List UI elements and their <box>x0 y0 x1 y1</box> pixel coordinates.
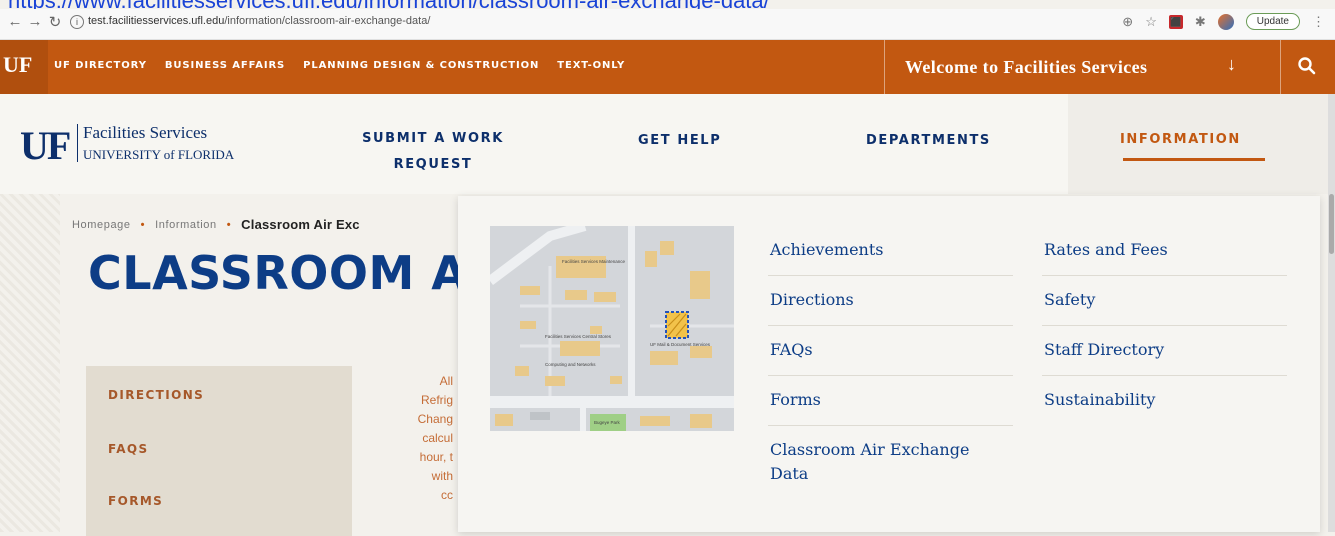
menu-dots-icon[interactable]: ⋮ <box>1312 14 1325 30</box>
breadcrumb-information[interactable]: Information <box>155 219 217 231</box>
divider <box>768 325 1013 326</box>
dropdown-link-staff-directory[interactable]: Staff Directory <box>1044 338 1164 362</box>
dropdown-link-faqs[interactable]: FAQs <box>770 338 813 362</box>
breadcrumb-home[interactable]: Homepage <box>72 219 131 231</box>
star-icon[interactable]: ☆ <box>1145 14 1157 30</box>
pdf-extension-icon[interactable]: ⬛ <box>1168 14 1183 29</box>
nav-submit-line2: REQUEST <box>393 157 473 172</box>
dropdown-link-forms[interactable]: Forms <box>770 388 821 412</box>
dropdown-link-sustainability[interactable]: Sustainability <box>1044 388 1155 412</box>
zoom-icon[interactable]: ⊕ <box>1122 14 1133 30</box>
sidebar-item-forms[interactable]: FORMS <box>108 494 163 508</box>
browser-actions: ⊕ ☆ ⬛ ✱ Update ⋮ <box>1122 13 1325 30</box>
main-navigation: UF Facilities Services UNIVERSITY of FLO… <box>0 94 1335 194</box>
campus-map-graphic: Facilities Services Maintenance Faciliti… <box>490 226 734 431</box>
arrow-down-icon: ↓ <box>1227 54 1236 74</box>
welcome-dropdown[interactable]: Welcome to Facilities Services ↓ <box>884 40 1280 94</box>
global-topbar: UF UF DIRECTORY BUSINESS AFFAIRS PLANNIN… <box>0 40 1335 94</box>
decorative-stripes <box>0 194 60 532</box>
body-text-line: All <box>439 374 453 388</box>
information-dropdown-menu: Facilities Services Maintenance Faciliti… <box>458 196 1320 532</box>
divider <box>1042 275 1287 276</box>
page-scrollbar[interactable] <box>1328 94 1335 532</box>
divider <box>1042 375 1287 376</box>
body-text-line: cc <box>441 488 453 502</box>
topbar-link-text-only[interactable]: TEXT-ONLY <box>557 60 625 71</box>
dropdown-link-safety[interactable]: Safety <box>1044 288 1095 312</box>
address-path: /information/classroom-air-exchange-data… <box>224 15 431 27</box>
sidebar-item-directions[interactable]: DIRECTIONS <box>108 388 204 402</box>
puzzle-extension-icon[interactable]: ✱ <box>1195 14 1206 30</box>
map-label: Facilities Services Maintenance <box>562 259 626 264</box>
body-text-line: with <box>431 469 453 483</box>
search-button[interactable] <box>1280 40 1335 94</box>
logo-subtitle: UNIVERSITY of FLORIDA <box>83 147 235 162</box>
divider <box>768 425 1013 426</box>
topbar-link-planning[interactable]: PLANNING DESIGN & CONSTRUCTION <box>303 60 539 71</box>
info-icon[interactable]: i <box>70 15 84 29</box>
divider <box>1042 325 1287 326</box>
sidebar-menu: DIRECTIONS FAQS FORMS <box>86 366 352 536</box>
body-text-line: calcul <box>422 431 453 445</box>
address-host: test.facilitiesservices.ufl.edu <box>88 15 225 27</box>
body-text: All Refrig Chang calcul hour, t with cc <box>393 372 453 505</box>
topbar-link-uf-directory[interactable]: UF DIRECTORY <box>54 60 147 71</box>
welcome-text: Welcome to Facilities Services <box>905 57 1148 77</box>
address-bar[interactable]: test.facilitiesservices.ufl.edu/informat… <box>88 15 430 27</box>
campus-map[interactable]: Facilities Services Maintenance Faciliti… <box>490 226 734 431</box>
breadcrumb-separator: • <box>140 218 146 231</box>
scrollbar-thumb[interactable] <box>1329 194 1334 254</box>
dropdown-link-classroom-air-exchange-data[interactable]: Classroom Air Exchange Data <box>770 438 1010 486</box>
dropdown-link-directions[interactable]: Directions <box>770 288 854 312</box>
breadcrumb: Homepage • Information • Classroom Air E… <box>72 217 360 232</box>
reload-icon[interactable]: ↻ <box>46 13 64 31</box>
breadcrumb-current: Classroom Air Exc <box>241 217 360 232</box>
topbar-link-business-affairs[interactable]: BUSINESS AFFAIRS <box>165 60 285 71</box>
nav-submit-work-request[interactable]: SUBMIT A WORK REQUEST <box>350 126 516 178</box>
browser-toolbar: ← → ↻ i test.facilitiesservices.ufl.edu/… <box>0 9 1335 40</box>
profile-avatar[interactable] <box>1217 13 1234 30</box>
logo-title[interactable]: Facilities Services <box>83 123 207 143</box>
map-label: Computing and Networks <box>545 362 596 367</box>
map-label: UF Mail & Document Services <box>650 342 711 347</box>
uf-topbar-logo: UF <box>3 52 33 77</box>
page-title: CLASSROOM A <box>88 246 468 300</box>
back-arrow-icon[interactable]: ← <box>6 13 24 30</box>
divider <box>768 275 1013 276</box>
dropdown-link-rates-and-fees[interactable]: Rates and Fees <box>1044 238 1168 262</box>
nav-departments[interactable]: DEPARTMENTS <box>866 132 991 150</box>
body-text-line: Refrig <box>420 393 453 407</box>
nav-active-underline <box>1123 158 1265 161</box>
logo-divider <box>77 124 78 162</box>
map-label: Bugeye Park <box>594 420 621 425</box>
search-icon <box>1298 57 1316 75</box>
topbar-links: UF DIRECTORY BUSINESS AFFAIRS PLANNING D… <box>54 60 625 71</box>
breadcrumb-separator: • <box>226 218 232 231</box>
divider <box>768 375 1013 376</box>
body-text-line: Chang <box>417 412 453 426</box>
uf-logo-mark[interactable]: UF <box>20 122 71 169</box>
nav-information[interactable]: INFORMATION <box>1120 132 1241 147</box>
dropdown-link-achievements[interactable]: Achievements <box>770 238 884 262</box>
map-label: Facilities Services Central Stores <box>545 334 612 339</box>
sidebar-item-faqs[interactable]: FAQS <box>108 442 149 456</box>
uf-topbar-logo-box[interactable]: UF <box>0 40 48 94</box>
forward-arrow-icon[interactable]: → <box>26 13 44 30</box>
nav-get-help[interactable]: GET HELP <box>638 132 721 150</box>
update-button[interactable]: Update <box>1245 13 1300 30</box>
nav-submit-line1: SUBMIT A WORK <box>362 131 504 146</box>
body-text-line: hour, t <box>419 450 453 464</box>
